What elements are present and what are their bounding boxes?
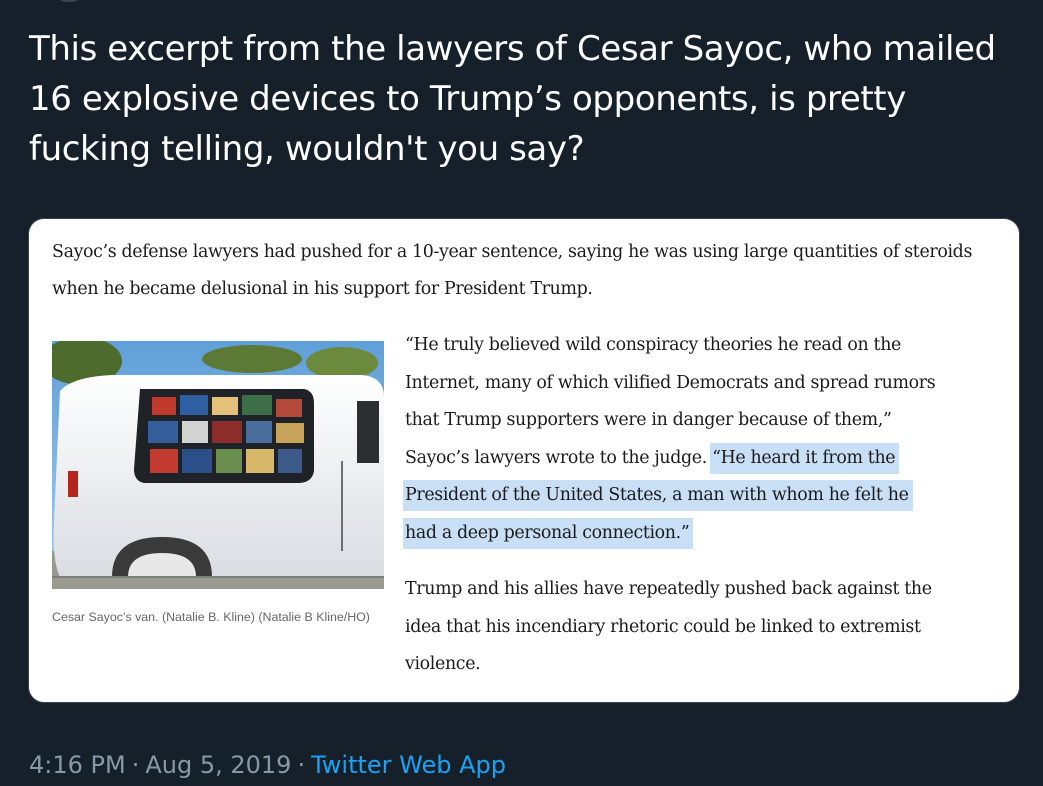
quote-line: that Trump supporters were in danger bec… [405,410,892,431]
quote-line: “He truly believed wild conspiracy theor… [405,335,901,355]
tweet-time[interactable]: 4:16 PM [29,751,126,779]
quote-line: Sayoc’s lawyers wrote to the judge. “He … [405,440,1005,478]
photo-caption: Cesar Sayoc’s van. (Natalie B. Kline) (N… [52,610,370,624]
highlighted-text: “He heard it from the [710,442,900,474]
article-lead-paragraph: Sayoc’s defense lawyers had pushed for a… [52,242,973,299]
quote-line: Internet, many of which vilified Democra… [405,372,936,393]
tweet-meta: 4:16 PM · Aug 5, 2019 · Twitter Web App [29,748,506,782]
van-photo [52,341,384,589]
quote-line-start: Sayoc’s lawyers wrote to the judge. [405,447,713,468]
meta-separator: · [297,751,306,779]
tweet-media-image[interactable]: Sayoc’s defense lawyers had pushed for a… [28,218,1020,703]
tweet-text: This excerpt from the lawyers of Cesar S… [29,29,996,169]
highlighted-text: had a deep personal connection.” [403,517,694,549]
quote-line: President of the United States, a man wi… [403,477,1005,515]
tweet-source-link[interactable]: Twitter Web App [311,751,506,779]
avatar[interactable] [50,0,88,2]
meta-separator: · [131,751,140,779]
tweet-date[interactable]: Aug 5, 2019 [145,751,291,779]
highlighted-text: President of the United States, a man wi… [403,480,913,512]
paragraph-line: idea that his incendiary rhetoric could … [405,616,921,637]
paragraph-line: Trump and his allies have repeatedly pus… [405,579,932,599]
follow-paragraph: Trump and his allies have repeatedly pus… [405,571,1005,684]
quote-line: had a deep personal connection.” [403,515,1005,553]
paragraph-line: violence. [405,654,481,675]
quote-paragraph: “He truly believed wild conspiracy theor… [403,327,1005,553]
